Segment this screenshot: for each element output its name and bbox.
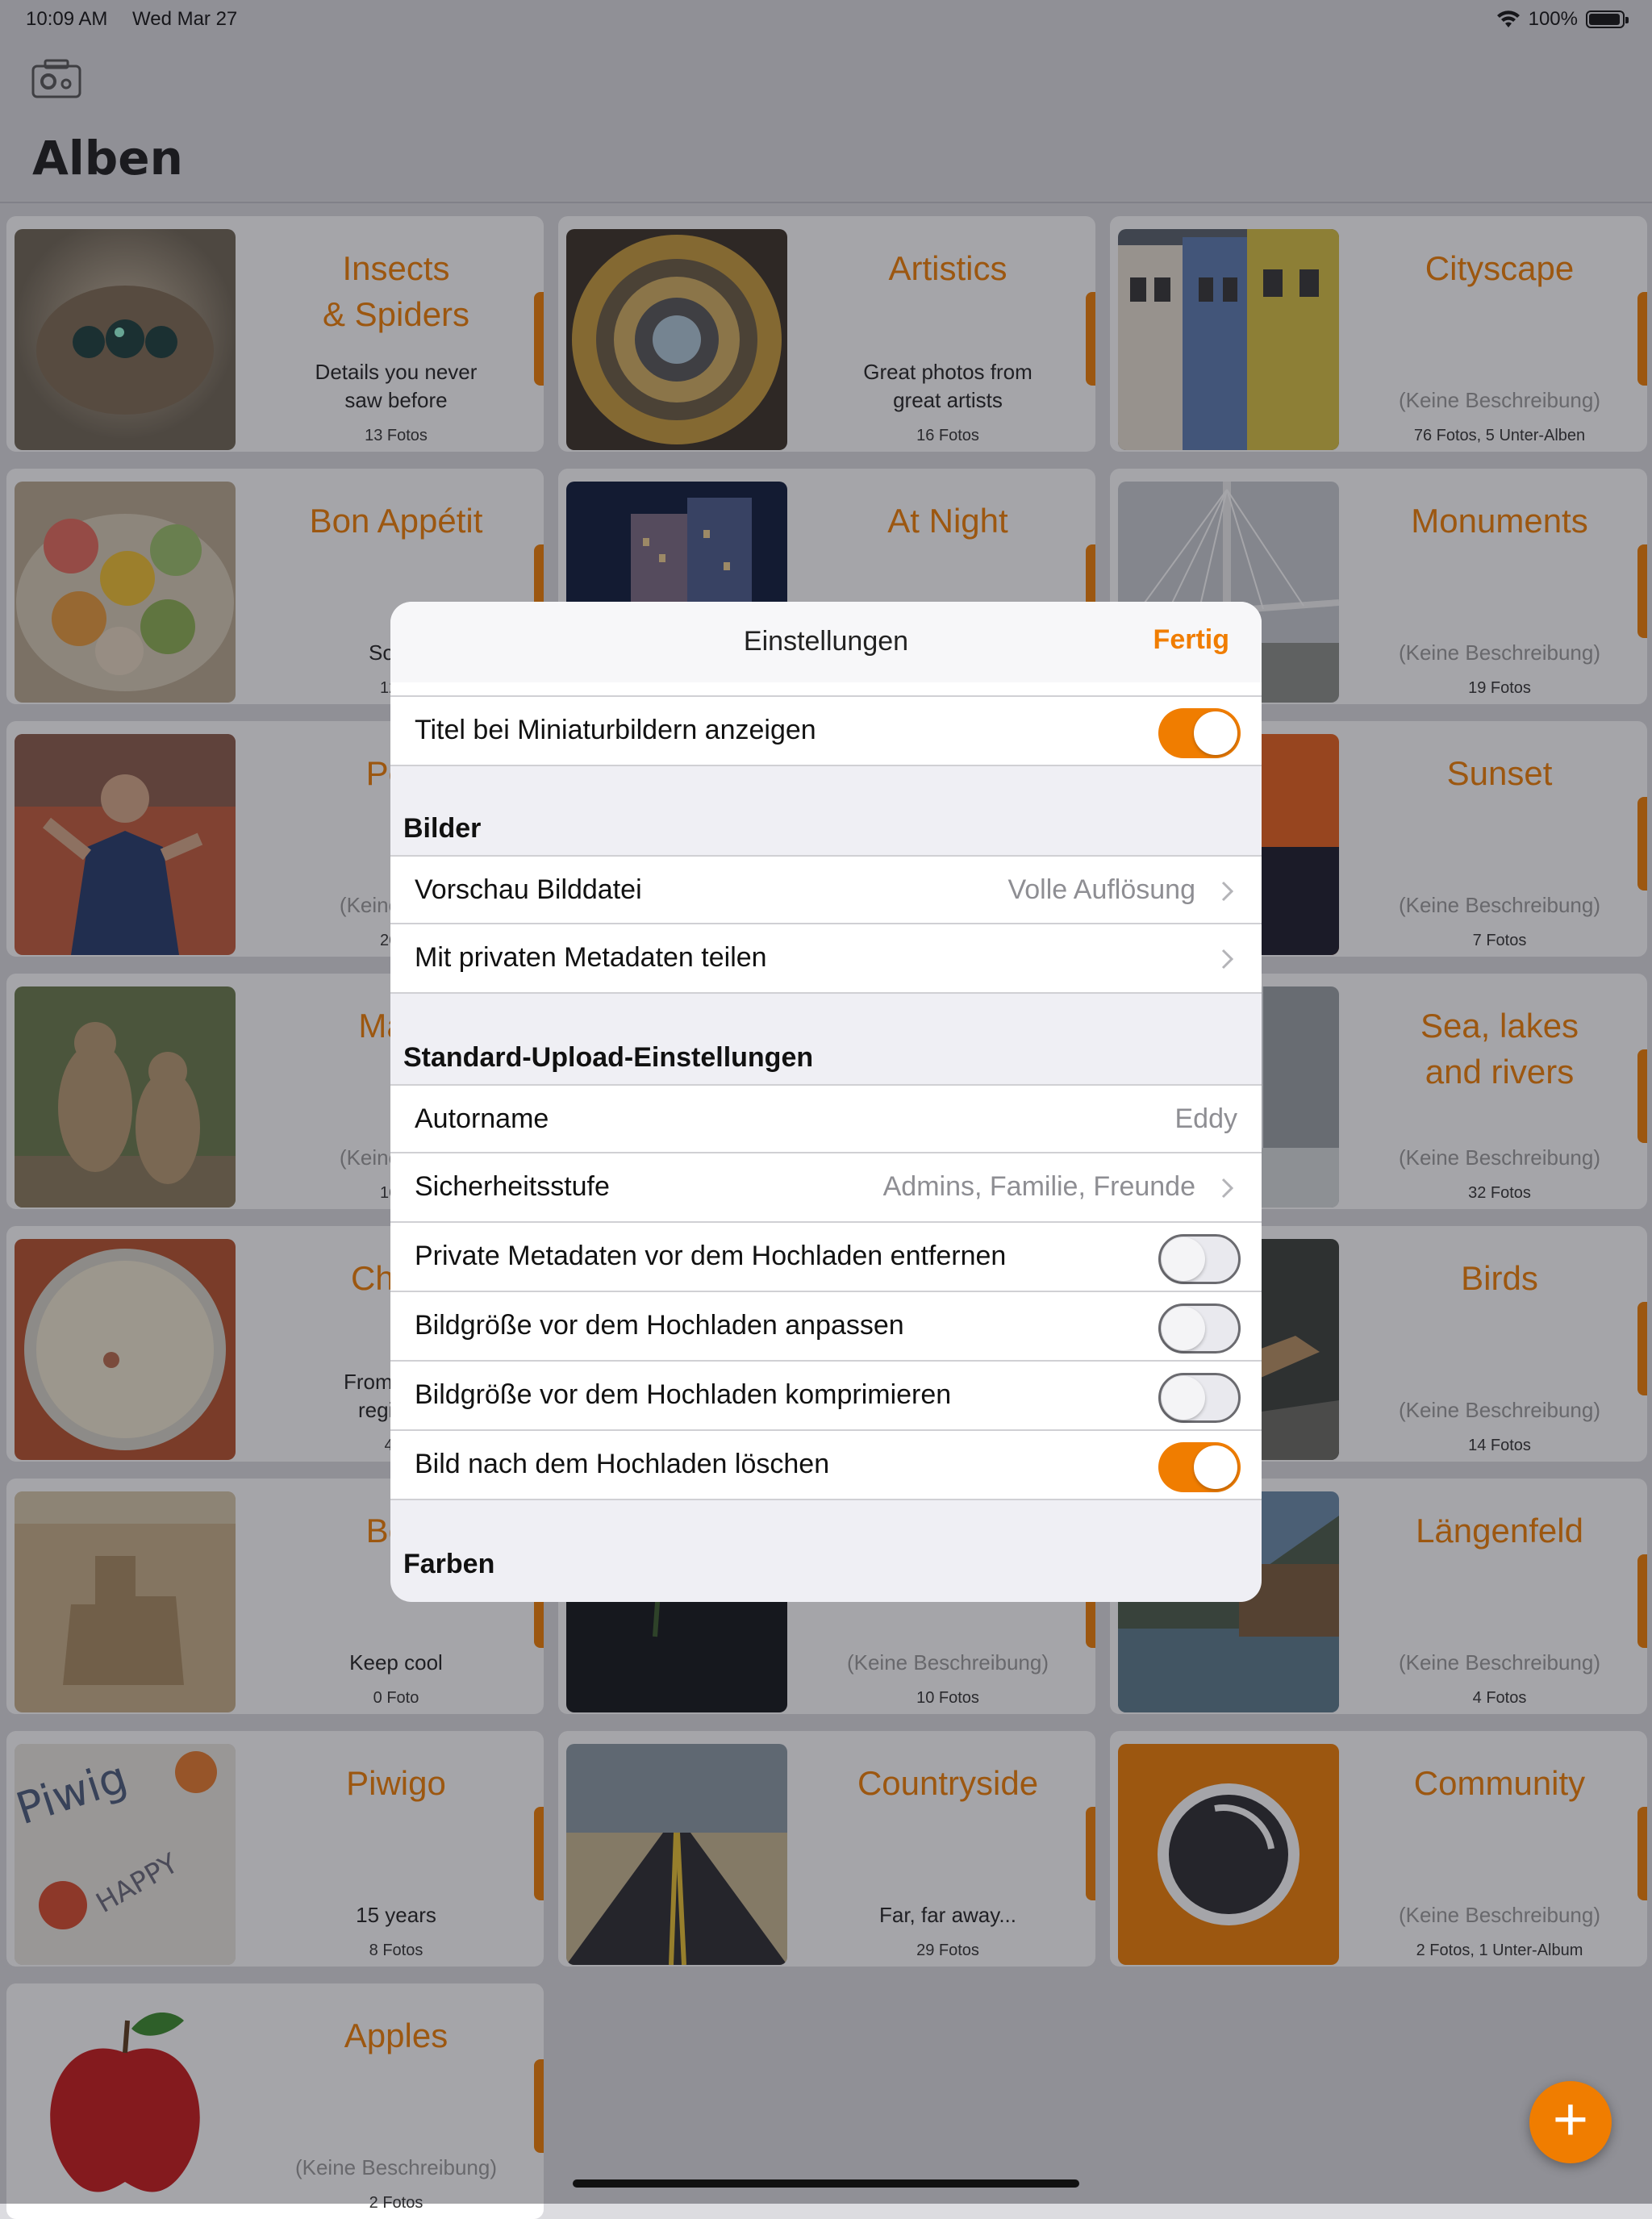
strip-metadata-toggle[interactable] bbox=[1158, 1234, 1241, 1284]
section-farben: Farben bbox=[403, 1549, 495, 1579]
row-value: Volle Auflösung bbox=[1007, 874, 1195, 905]
compress-toggle[interactable] bbox=[1158, 1373, 1241, 1423]
modal-header: Einstellungen Fertig bbox=[390, 602, 1262, 682]
plus-icon: + bbox=[1552, 2085, 1589, 2154]
chevron-right-icon bbox=[1221, 1178, 1234, 1199]
row-label: Bild nach dem Hochladen löschen bbox=[415, 1449, 830, 1479]
row-label: Titel bei Miniaturbildern anzeigen bbox=[415, 715, 816, 745]
delete-after-upload-row: Bild nach dem Hochladen löschen bbox=[390, 1431, 1262, 1500]
row-label: Sicherheitsstufe bbox=[415, 1171, 610, 1202]
previous-row bbox=[390, 682, 1262, 697]
strip-metadata-row: Private Metadaten vor dem Hochladen entf… bbox=[390, 1223, 1262, 1292]
resize-toggle[interactable] bbox=[1158, 1303, 1241, 1354]
delete-after-upload-toggle[interactable] bbox=[1158, 1442, 1241, 1492]
done-button[interactable]: Fertig bbox=[1153, 624, 1229, 656]
resize-row: Bildgröße vor dem Hochladen anpassen bbox=[390, 1292, 1262, 1362]
chevron-right-icon bbox=[1221, 949, 1234, 970]
compress-row: Bildgröße vor dem Hochladen komprimieren bbox=[390, 1362, 1262, 1431]
section-upload: Standard-Upload-Einstellungen bbox=[403, 1042, 814, 1073]
settings-modal: Einstellungen Fertig Titel bei Miniaturb… bbox=[390, 602, 1262, 1602]
thumbnail-titles-row: Titel bei Miniaturbildern anzeigen bbox=[390, 697, 1262, 766]
home-indicator bbox=[573, 2179, 1079, 2188]
section-bilder: Bilder bbox=[403, 813, 482, 844]
row-label: Private Metadaten vor dem Hochladen entf… bbox=[415, 1241, 1007, 1271]
row-label: Vorschau Bilddatei bbox=[415, 874, 642, 905]
row-label: Mit privaten Metadaten teilen bbox=[415, 942, 767, 973]
preview-file-row[interactable]: Vorschau Bilddatei Volle Auflösung bbox=[390, 855, 1262, 924]
row-label: Bildgröße vor dem Hochladen anpassen bbox=[415, 1310, 904, 1341]
author-value[interactable]: Eddy bbox=[1175, 1103, 1238, 1135]
row-label: Autorname bbox=[415, 1103, 549, 1134]
thumbnail-titles-toggle[interactable] bbox=[1158, 708, 1241, 758]
share-metadata-row[interactable]: Mit privaten Metadaten teilen bbox=[390, 924, 1262, 994]
modal-title: Einstellungen bbox=[743, 626, 909, 657]
add-album-button[interactable]: + bbox=[1529, 2081, 1612, 2163]
author-row[interactable]: Autorname Eddy bbox=[390, 1084, 1262, 1153]
row-value: Admins, Familie, Freunde bbox=[882, 1171, 1195, 1202]
row-label: Bildgröße vor dem Hochladen komprimieren bbox=[415, 1379, 952, 1410]
chevron-right-icon bbox=[1221, 881, 1234, 902]
privacy-level-row[interactable]: Sicherheitsstufe Admins, Familie, Freund… bbox=[390, 1153, 1262, 1223]
